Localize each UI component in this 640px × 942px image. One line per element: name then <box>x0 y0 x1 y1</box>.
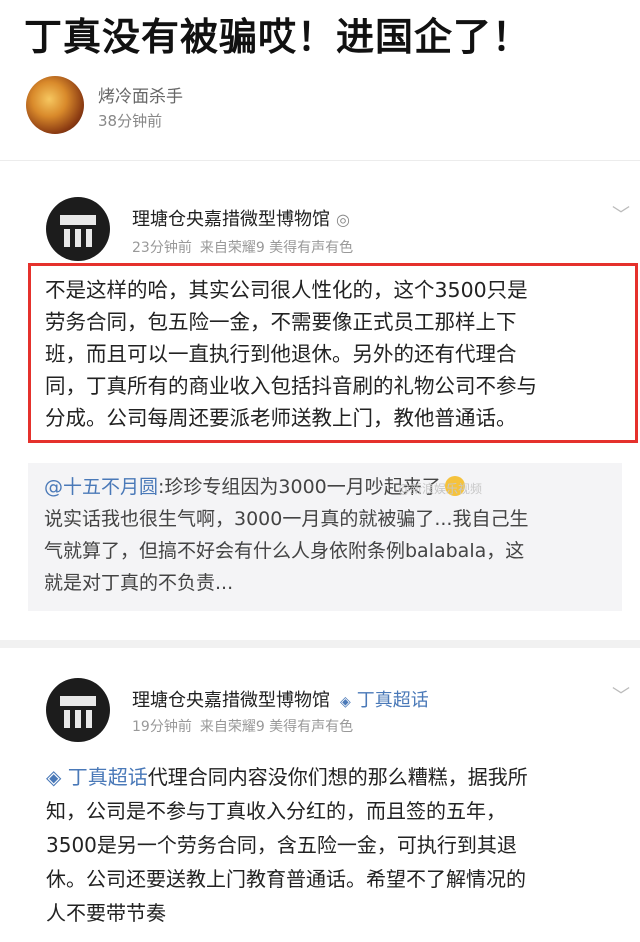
watermark: @新浪娱乐视频 <box>397 482 482 496</box>
user-mention[interactable]: @十五不月圆 <box>44 476 158 498</box>
quote-line: 说实话我也很生气啊，3000一月真的就被骗了...我自己生 <box>44 508 529 530</box>
body-line: 分成。公司每周还要派老师送教上门，教他普通话。 <box>45 406 517 430</box>
author-name[interactable]: 烤冷面杀手 <box>98 82 183 107</box>
poster-name[interactable]: 理塘仓央嘉措微型博物馆 ◎ <box>132 205 350 231</box>
diamond-icon: ◈ <box>340 694 351 710</box>
body-first-line: ◈ 丁真超话代理合同内容没你们想的那么糟糕，据我所 <box>46 760 626 794</box>
topic-tag[interactable]: 丁真超话 <box>357 690 429 711</box>
body-line: 休。公司还要送教上门教育普通话。希望不了解情况的 <box>46 867 526 891</box>
body-line: 知，公司是不参与丁真收入分红的，而且签的五年， <box>46 799 506 823</box>
medal-icon: ◎ <box>336 210 350 229</box>
comment-source: 来自荣耀9 美得有声有色 <box>199 719 354 735</box>
quote-first-line: @十五不月圆:珍珍专组因为3000一月吵起来了 <box>44 471 612 503</box>
poster-name[interactable]: 理塘仓央嘉措微型博物馆 ◈ 丁真超话 <box>132 686 429 712</box>
body-line: 班，而且可以一直执行到他退休。另外的还有代理合 <box>45 342 517 366</box>
inline-topic-icon: ◈ <box>46 765 68 789</box>
inline-topic-link[interactable]: 丁真超话 <box>68 765 148 789</box>
body-line: 3500是另一个劳务合同，含五险一金，可执行到其退 <box>46 833 517 857</box>
comment-card-2: 理塘仓央嘉措微型博物馆 ◈ 丁真超话 19分钟前 来自荣耀9 美得有声有色 ﹀ ◈ 丁… <box>0 640 640 942</box>
author-timestamp: 38分钟前 <box>98 112 163 130</box>
comment-time: 23分钟前 <box>132 240 192 256</box>
chevron-down-icon[interactable]: ﹀ <box>612 682 630 708</box>
quote-line: 气就算了，但搞不好会有什么人身依附条例balabala，这 <box>44 540 525 562</box>
article-headline: 丁真没有被骗哎！进国企了！ <box>24 15 532 59</box>
poster-name-text[interactable]: 理塘仓央嘉措微型博物馆 <box>132 690 330 711</box>
comment-time: 19分钟前 <box>132 719 192 735</box>
author-avatar[interactable] <box>26 76 84 134</box>
body-line: 同，丁真所有的商业收入包括抖音刷的礼物公司不参与 <box>45 374 537 398</box>
comment-source: 来自荣耀9 美得有声有色 <box>199 240 354 256</box>
body-line: 劳务合同，包五险一金，不需要像正式员工那样上下 <box>45 310 517 334</box>
body-first-text: 代理合同内容没你们想的那么糟糕，据我所 <box>147 765 528 789</box>
comment-meta: 19分钟前 来自荣耀9 美得有声有色 <box>132 716 361 736</box>
quoted-comment[interactable]: @新浪娱乐视频 @十五不月圆:珍珍专组因为3000一月吵起来了 说实话我也很生气… <box>28 463 622 611</box>
body-line: 人不要带节奏 <box>46 901 166 925</box>
comment-meta: 23分钟前 来自荣耀9 美得有声有色 <box>132 237 361 257</box>
comment-card-1: 理塘仓央嘉措微型博物馆 ◎ 23分钟前 来自荣耀9 美得有声有色 ﹀ 不是这样的哈，… <box>0 160 640 627</box>
chevron-down-icon[interactable]: ﹀ <box>612 201 630 227</box>
body-line: 不是这样的哈，其实公司很人性化的，这个3500只是 <box>45 278 528 302</box>
poster-avatar[interactable] <box>46 197 110 261</box>
quote-line: 就是对丁真的不负责... <box>44 572 234 594</box>
poster-avatar[interactable] <box>46 678 110 742</box>
poster-name-text[interactable]: 理塘仓央嘉措微型博物馆 <box>132 209 330 230</box>
comment-body: ◈ 丁真超话代理合同内容没你们想的那么糟糕，据我所 知，公司是不参与丁真收入分红… <box>46 760 626 930</box>
highlighted-comment-body: 不是这样的哈，其实公司很人性化的，这个3500只是 劳务合同，包五险一金，不需要… <box>28 263 638 443</box>
